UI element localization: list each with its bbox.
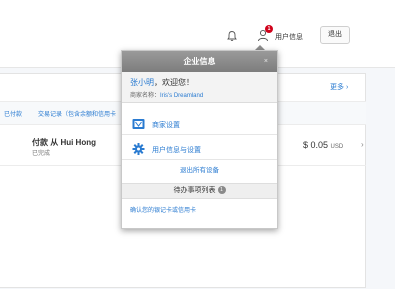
gear-icon (132, 143, 145, 155)
transaction-status: 已完成 (32, 151, 51, 157)
more-link[interactable]: 更多 › (330, 82, 348, 92)
merchant-label: 商家名称： (130, 93, 161, 99)
menu-item-label: 商家设置 (152, 122, 180, 129)
notification-badge: 1 (265, 25, 273, 33)
popup-header: 企业信息 × (122, 51, 277, 72)
todo-title: 待办事项列表 (173, 187, 216, 194)
bell-icon[interactable] (226, 30, 238, 42)
filter-paid[interactable]: 已付款 (4, 109, 22, 118)
greeting-box: 张小明，欢迎您！ 商家名称：Iris's Dreamland (122, 72, 277, 103)
merchant-name[interactable]: Iris's Dreamland (160, 93, 203, 99)
chevron-right-icon[interactable]: › (361, 140, 364, 149)
menu-item-label: 用户信息与设置 (152, 147, 201, 154)
todo-list-header: 待办事项列表 1 (122, 183, 277, 199)
greeting: 张小明，欢迎您！ (130, 77, 194, 88)
user-info-link[interactable]: 用户信息 (275, 32, 303, 42)
logout-all-devices-link[interactable]: 退出所有设备 (122, 164, 277, 174)
menu-item-user-settings[interactable]: 用户信息与设置 (122, 139, 277, 160)
amount-currency: USD (330, 144, 344, 150)
menu-item-store-settings[interactable]: 商家设置 (122, 114, 277, 135)
popup-title: 企业信息 (183, 57, 216, 66)
greeting-suffix: ，欢迎您！ (154, 78, 194, 87)
filter-transaction-history[interactable]: 交易记录（包含余额和信用卡 (38, 109, 116, 118)
greeting-name[interactable]: 张小明 (130, 78, 154, 87)
amount-value: $ 0.05 (303, 140, 329, 150)
transaction-amount: $ 0.05 USD (303, 140, 343, 150)
todo-item-link[interactable]: 确认您的银记卡或信用卡 (130, 205, 196, 214)
merchant-line: 商家名称：Iris's Dreamland (130, 90, 203, 99)
transaction-title[interactable]: 付款 从 Hui Hong (32, 137, 96, 148)
enterprise-info-popup: 企业信息 × 张小明，欢迎您！ 商家名称：Iris's Dreamland 商家… (121, 50, 278, 229)
store-settings-icon (132, 119, 145, 129)
close-icon[interactable]: × (264, 51, 268, 72)
logout-button[interactable]: 退出 (320, 26, 350, 44)
todo-count-badge: 1 (217, 186, 226, 195)
